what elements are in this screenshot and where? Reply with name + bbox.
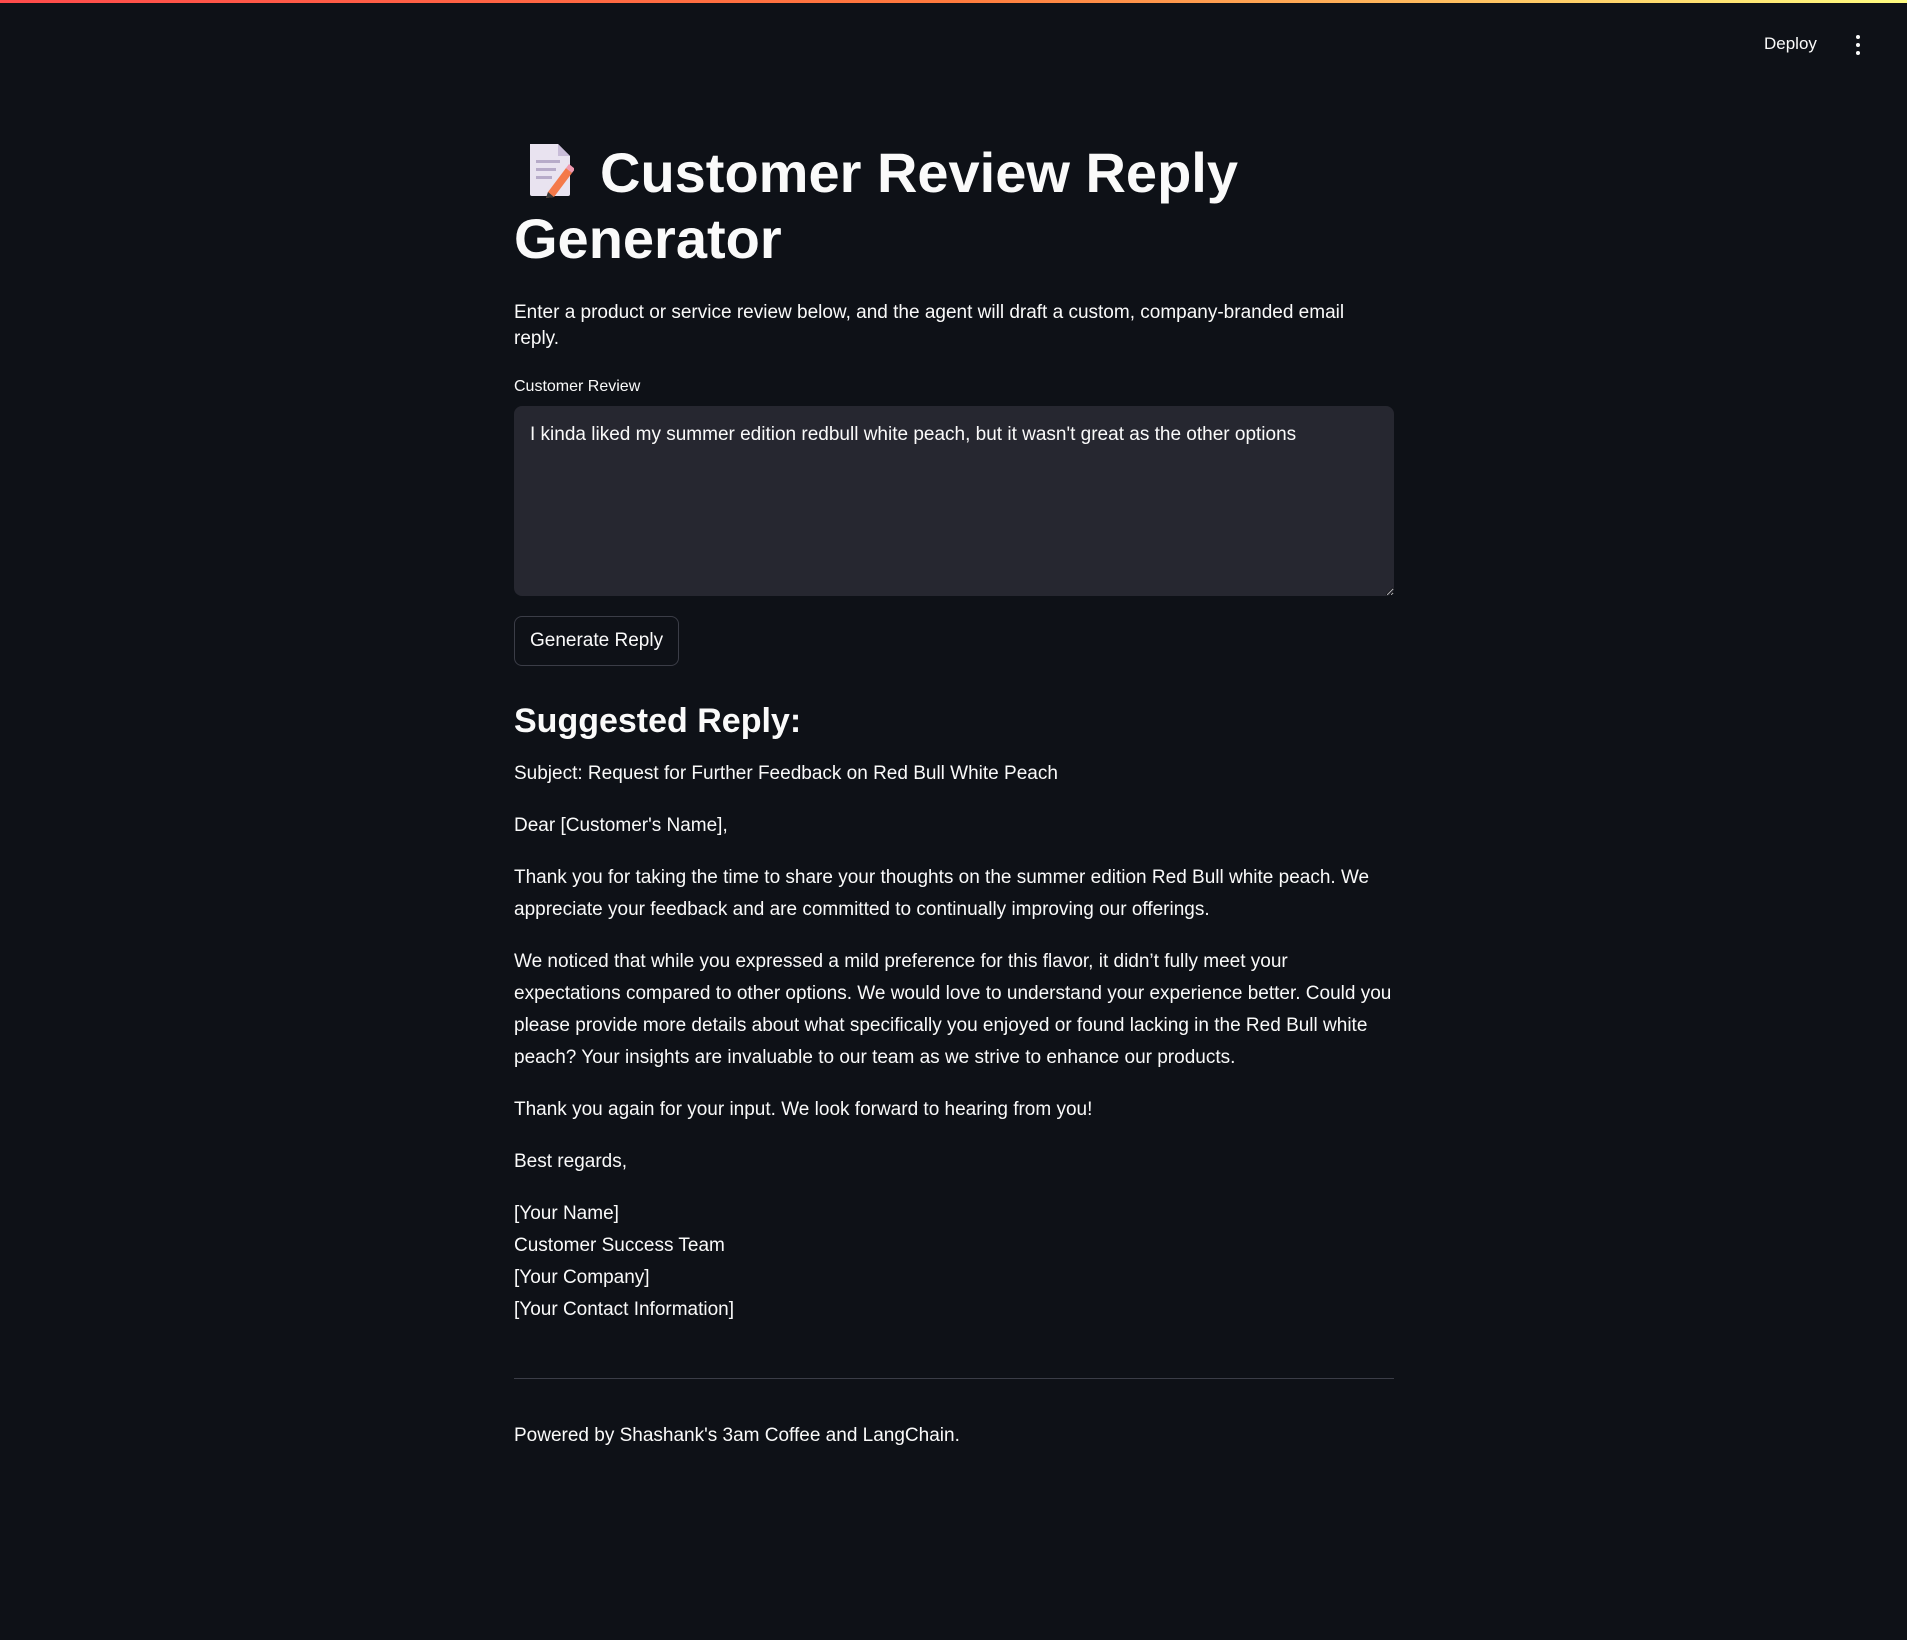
- signature-team: Customer Success Team: [514, 1235, 725, 1256]
- reply-paragraph-3: Thank you again for your input. We look …: [514, 1099, 1093, 1120]
- signature-contact: [Your Contact Information]: [514, 1299, 735, 1320]
- reply-body: Subject: Request for Further Feedback on…: [514, 758, 1394, 1326]
- reply-greeting: Dear [Customer's Name],: [514, 815, 728, 836]
- reply-subject: Subject: Request for Further Feedback on…: [514, 763, 1058, 784]
- page-title: Customer Review Reply Generator: [514, 140, 1394, 272]
- deploy-button[interactable]: Deploy: [1758, 30, 1823, 58]
- reply-paragraph-1: Thank you for taking the time to share y…: [514, 867, 1370, 920]
- page-description: Enter a product or service review below,…: [514, 302, 1345, 349]
- main-content: Customer Review Reply Generator Enter a …: [514, 140, 1394, 1449]
- reply-closing: Best regards,: [514, 1151, 627, 1172]
- footer-text: Powered by Shashank's 3am Coffee and Lan…: [514, 1425, 960, 1446]
- reply-paragraph-2: We noticed that while you expressed a mi…: [514, 951, 1392, 1068]
- page-title-text: Customer Review Reply Generator: [514, 141, 1238, 270]
- vertical-ellipsis-icon[interactable]: [1850, 32, 1866, 58]
- suggested-reply-heading: Suggested Reply:: [514, 702, 802, 740]
- signature-company: [Your Company]: [514, 1267, 650, 1288]
- signature-name: [Your Name]: [514, 1203, 619, 1224]
- review-field-label: Customer Review: [514, 378, 641, 395]
- review-textarea[interactable]: I kinda liked my summer edition redbull …: [514, 406, 1394, 596]
- reply-signature: [Your Name] Customer Success Team [Your …: [514, 1198, 1394, 1326]
- app-header: Deploy: [0, 0, 1907, 90]
- divider: [514, 1378, 1394, 1379]
- memo-icon: [526, 142, 575, 198]
- generate-reply-button[interactable]: Generate Reply: [514, 616, 680, 666]
